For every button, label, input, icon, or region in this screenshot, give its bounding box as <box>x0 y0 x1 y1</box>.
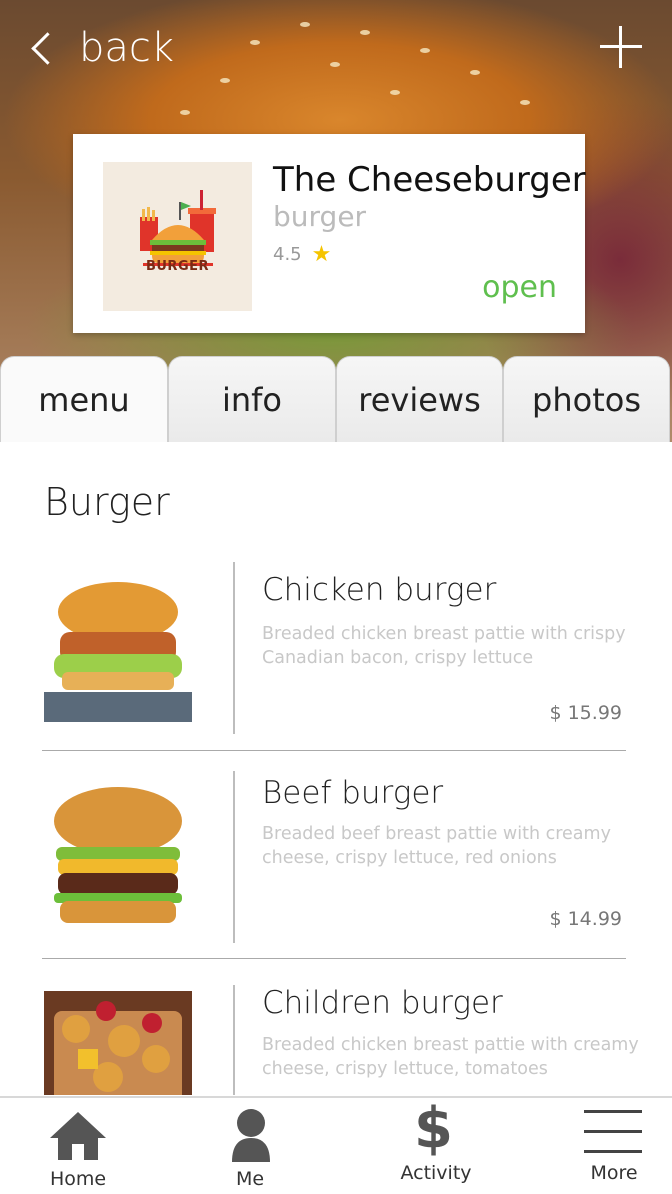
status-badge: open <box>482 270 557 305</box>
person-icon <box>232 1109 270 1162</box>
rating-value: 4.5 <box>273 244 302 265</box>
nav-label: More <box>590 1162 638 1184</box>
nav-label: Activity <box>400 1162 472 1184</box>
section-title: Burger <box>44 480 170 524</box>
food-image <box>44 991 192 1095</box>
menu-item[interactable]: Children burger Breaded chicken breast p… <box>44 985 639 1095</box>
tab-bar: menu info reviews photos <box>0 356 672 442</box>
food-image <box>44 574 192 722</box>
home-icon <box>50 1112 106 1160</box>
restaurant-logo: BURGER <box>103 162 252 311</box>
menu-icon <box>584 1110 642 1153</box>
plus-icon[interactable] <box>600 26 642 68</box>
star-icon: ★ <box>311 242 332 267</box>
restaurant-card: BURGER The Cheeseburger burger 4.5 ★ ope… <box>73 134 586 333</box>
restaurant-category: burger <box>273 200 367 233</box>
tab-label: photos <box>532 380 641 419</box>
item-description: Breaded chicken breast pattie with crisp… <box>262 624 626 668</box>
nav-me[interactable]: Me <box>200 1098 300 1194</box>
menu-item[interactable]: Chicken burger Breaded chicken breast pa… <box>44 562 628 736</box>
item-description: Breaded chicken breast pattie with cream… <box>262 1035 639 1079</box>
nav-activity[interactable]: $ Activity <box>386 1098 486 1194</box>
nav-label: Home <box>49 1168 107 1190</box>
divider <box>233 985 235 1095</box>
burger-logo-icon <box>140 190 216 266</box>
tab-label: reviews <box>358 380 481 419</box>
nav-home[interactable]: Home <box>28 1098 128 1194</box>
nav-more[interactable]: More <box>564 1098 664 1194</box>
divider <box>233 771 235 943</box>
logo-text: BURGER <box>145 259 210 274</box>
back-label: back <box>79 25 175 71</box>
divider <box>233 562 235 734</box>
tab-label: info <box>221 380 282 419</box>
divider <box>42 750 626 751</box>
item-price: $ 14.99 <box>549 908 622 930</box>
item-price: $ 15.99 <box>549 702 622 724</box>
restaurant-rating: 4.5 ★ <box>273 242 331 267</box>
item-name: Children burger <box>262 985 503 1021</box>
bottom-nav: Home Me $ Activity More <box>0 1096 672 1192</box>
food-image <box>44 781 192 929</box>
tab-menu[interactable]: menu <box>0 356 168 442</box>
tab-label: menu <box>38 380 130 419</box>
item-name: Beef burger <box>262 775 444 811</box>
restaurant-name: The Cheeseburger <box>273 160 586 200</box>
divider <box>42 958 626 959</box>
dollar-icon: $ <box>414 1096 453 1161</box>
nav-label: Me <box>235 1168 265 1190</box>
item-description: Breaded beef breast pattie with creamy c… <box>262 824 611 868</box>
item-name: Chicken burger <box>262 572 497 608</box>
tab-reviews[interactable]: reviews <box>336 356 503 442</box>
tab-info[interactable]: info <box>168 356 336 442</box>
menu-item[interactable]: Beef burger Breaded beef breast pattie w… <box>44 771 628 943</box>
back-button[interactable]: back <box>26 22 174 74</box>
tab-photos[interactable]: photos <box>503 356 670 442</box>
chevron-left-icon <box>31 31 64 65</box>
